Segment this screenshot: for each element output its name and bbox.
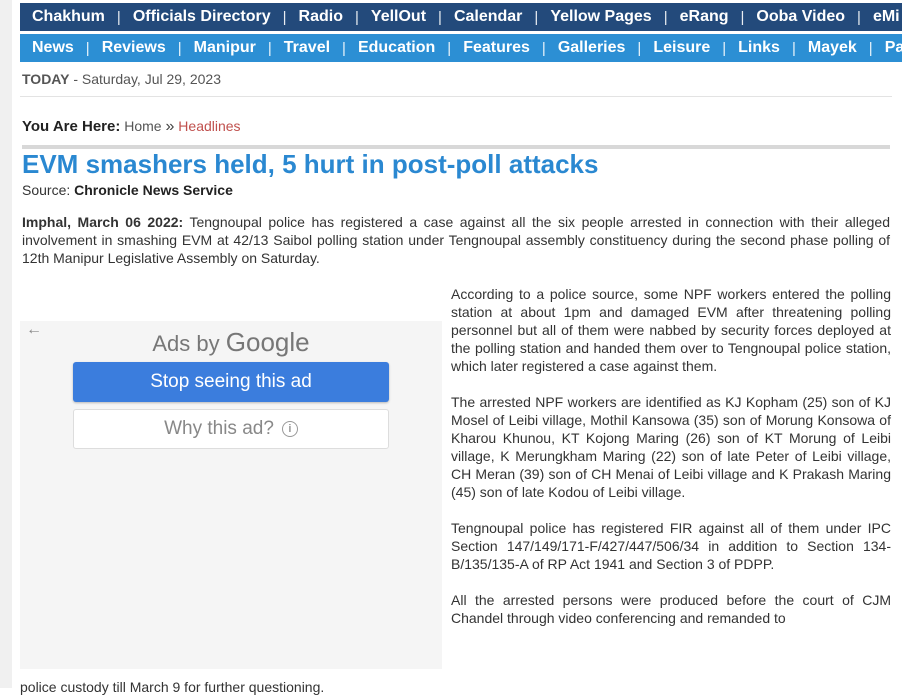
nav-link-mayek[interactable]: Mayek xyxy=(796,39,869,57)
nav-link-calendar[interactable]: Calendar xyxy=(442,8,534,26)
nav-link-manipur[interactable]: Manipur xyxy=(182,39,268,57)
nav-link-panor[interactable]: Panor xyxy=(873,39,902,57)
nav-link-travel[interactable]: Travel xyxy=(272,39,342,57)
ads-by-google-label: Ads by Google xyxy=(20,327,442,358)
nav-separator: | xyxy=(868,39,873,57)
breadcrumb-home-link[interactable]: Home xyxy=(124,118,161,134)
nav-link-emi[interactable]: eMi xyxy=(861,8,902,26)
breadcrumb-label: You Are Here: xyxy=(22,118,121,135)
today-date: TODAY - Saturday, Jul 29, 2023 xyxy=(22,71,221,87)
nav-link-features[interactable]: Features xyxy=(451,39,542,57)
nav-separator: | xyxy=(355,8,359,26)
nav-link-galleries[interactable]: Galleries xyxy=(546,39,638,57)
source-label: Source: xyxy=(22,182,71,198)
nav-separator: | xyxy=(663,8,668,26)
nav-link-radio[interactable]: Radio xyxy=(287,8,355,26)
breadcrumb-current-link[interactable]: Headlines xyxy=(178,118,240,134)
article-paragraph: Tengnoupal police has registered FIR aga… xyxy=(451,520,891,572)
nav-link-ooba-video[interactable]: Ooba Video xyxy=(744,8,857,26)
article-lead: Imphal, March 06 2022: Tengnoupal police… xyxy=(22,213,890,267)
why-this-ad-label: Why this ad? xyxy=(164,418,274,439)
article-dateline: Imphal, March 06 2022: xyxy=(22,214,184,230)
nav-separator: | xyxy=(177,39,182,57)
nav-separator: | xyxy=(857,8,861,26)
nav-link-erang[interactable]: eRang xyxy=(668,8,741,26)
article-source: Source: Chronicle News Service xyxy=(22,182,233,198)
nav-separator: | xyxy=(438,8,442,26)
nav-separator: | xyxy=(447,39,452,57)
article-title: EVM smashers held, 5 hurt in post-poll a… xyxy=(22,149,599,179)
nav-separator: | xyxy=(282,8,287,26)
ad-container: ← Ads by Google Stop seeing this ad Why … xyxy=(20,321,442,669)
nav-link-links[interactable]: Links xyxy=(726,39,792,57)
nav-link-officials-directory[interactable]: Officials Directory xyxy=(121,8,283,26)
secondary-nav: News | Reviews | Manipur | Travel | Education | Fe… xyxy=(20,34,902,62)
article-body: According to a police source, some NPF w… xyxy=(451,285,891,645)
breadcrumb-separator: » xyxy=(165,118,175,135)
article-paragraph: All the arrested persons were produced b… xyxy=(451,592,891,626)
nav-link-chakhum[interactable]: Chakhum xyxy=(20,8,117,26)
nav-separator: | xyxy=(740,8,745,26)
nav-separator: | xyxy=(85,39,90,57)
article-paragraph: According to a police source, some NPF w… xyxy=(451,286,891,374)
nav-link-education[interactable]: Education xyxy=(346,39,447,57)
page: Chakhum | Officials Directory | Radio | YellOu… xyxy=(20,0,902,695)
divider xyxy=(20,96,892,97)
left-gutter xyxy=(0,0,12,688)
nav-separator: | xyxy=(637,39,642,57)
today-value: Saturday, Jul 29, 2023 xyxy=(81,71,221,87)
nav-separator: | xyxy=(791,39,796,57)
nav-link-news[interactable]: News xyxy=(20,39,86,57)
info-icon: i xyxy=(281,421,298,437)
nav-separator: | xyxy=(722,39,727,57)
why-this-ad-button[interactable]: Why this ad? i xyxy=(73,409,389,449)
nav-separator: | xyxy=(342,39,346,57)
nav-separator: | xyxy=(534,8,539,26)
nav-separator: | xyxy=(116,8,121,26)
article-paragraph-continuation: police custody till March 9 for further … xyxy=(20,679,325,695)
stop-seeing-ad-label: Stop seeing this ad xyxy=(150,371,312,392)
google-logo: Google xyxy=(225,327,310,357)
nav-link-yellow-pages[interactable]: Yellow Pages xyxy=(538,8,663,26)
today-label: TODAY xyxy=(22,71,70,87)
nav-link-reviews[interactable]: Reviews xyxy=(90,39,178,57)
breadcrumb: You Are Here: Home » Headlines xyxy=(22,118,241,136)
primary-nav: Chakhum | Officials Directory | Radio | YellOu… xyxy=(20,3,902,31)
ads-by-text: Ads by xyxy=(152,331,220,356)
stop-seeing-ad-button[interactable]: Stop seeing this ad xyxy=(73,362,389,402)
source-name: Chronicle News Service xyxy=(74,182,233,198)
nav-link-yellout[interactable]: YellOut xyxy=(359,8,438,26)
nav-link-leisure[interactable]: Leisure xyxy=(641,39,722,57)
nav-separator: | xyxy=(267,39,272,57)
article-paragraph: The arrested NPF workers are identified … xyxy=(451,394,891,500)
nav-separator: | xyxy=(541,39,546,57)
